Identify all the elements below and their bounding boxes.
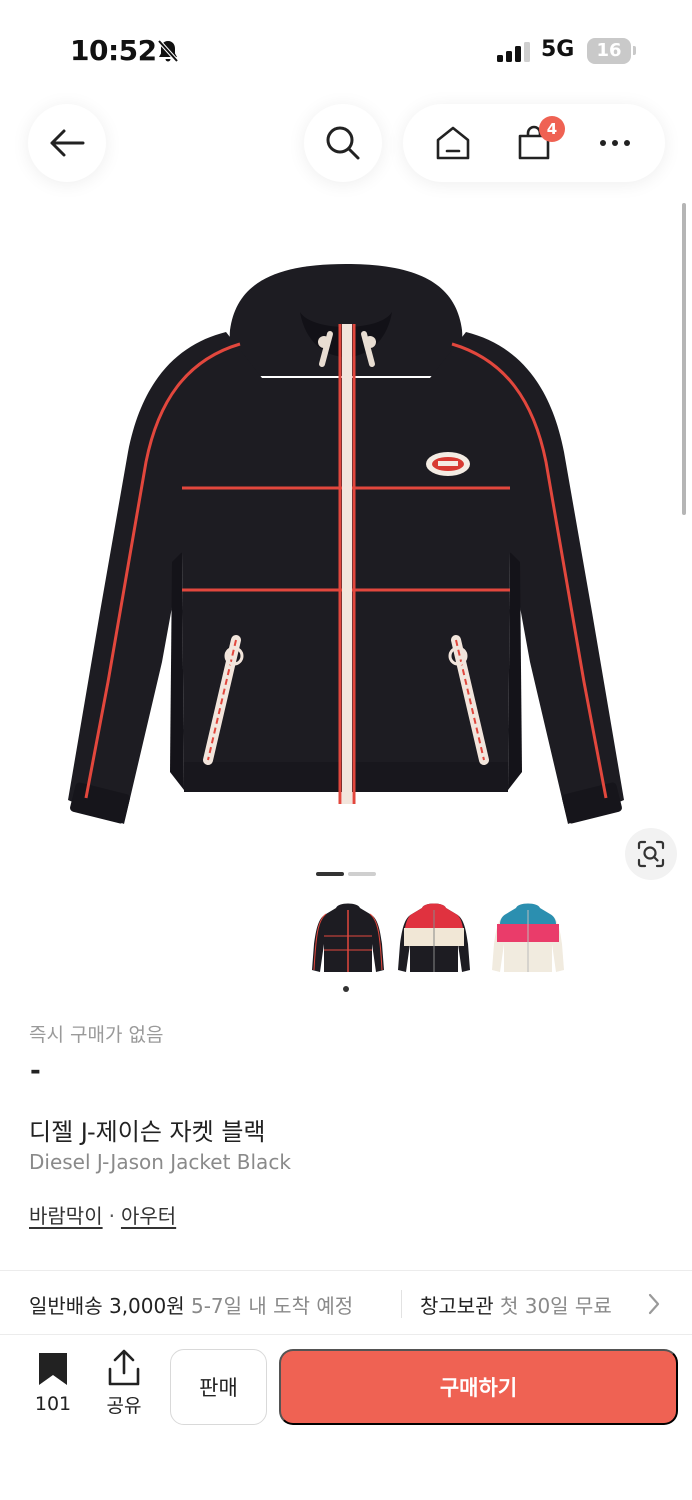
cart-count-badge: 4 <box>538 116 565 142</box>
storage-offer: 첫 30일 무료 <box>499 1294 612 1318</box>
shipping-separator <box>401 1290 402 1318</box>
divider <box>0 1270 692 1271</box>
image-search-button[interactable] <box>625 828 677 880</box>
shipping-eta: 5-7일 내 도착 예정 <box>190 1294 354 1318</box>
back-arrow-icon <box>50 129 85 157</box>
product-name-korean: 디젤 J-제이슨 자켓 블랙 <box>29 1118 266 1146</box>
wish-button[interactable]: 101 <box>22 1351 84 1415</box>
category-link-outer[interactable]: 아우터 <box>121 1204 176 1228</box>
clock: 10:52 <box>70 34 157 67</box>
status-bar: 10:52 5G 16 <box>0 0 692 100</box>
gallery-page-indicator <box>348 872 376 876</box>
lens-search-icon <box>637 840 665 868</box>
battery-tip <box>633 46 636 55</box>
bookmark-icon <box>39 1353 67 1385</box>
share-button[interactable]: 공유 <box>96 1349 152 1418</box>
cellular-signal-icon <box>497 42 530 62</box>
warehouse-storage: 창고보관 첫 30일 무료 <box>420 1290 612 1319</box>
more-button[interactable] <box>590 118 640 168</box>
buy-button[interactable]: 구매하기 <box>279 1349 678 1425</box>
product-name-english: Diesel J-Jason Jacket Black <box>29 1150 291 1174</box>
cart-button[interactable]: 4 <box>509 116 565 168</box>
back-button[interactable] <box>28 104 106 182</box>
search-button[interactable] <box>304 104 382 182</box>
category-link-windbreaker[interactable]: 바람막이 <box>29 1204 103 1228</box>
shipping-info-row[interactable]: 일반배송 3,000원 5-7일 내 도착 예정 창고보관 첫 30일 무료 <box>0 1272 692 1334</box>
standard-shipping: 일반배송 3,000원 5-7일 내 도착 예정 <box>29 1290 353 1319</box>
shipping-type: 일반배송 <box>29 1294 103 1318</box>
wish-count: 101 <box>34 1393 72 1415</box>
bottom-action-bar: 101 공유 판매 구매하기 <box>0 1335 692 1500</box>
chevron-right-icon <box>648 1293 660 1315</box>
home-icon <box>437 126 470 160</box>
share-label: 공유 <box>106 1395 142 1417</box>
network-type: 5G <box>541 37 575 62</box>
bell-slash-icon <box>157 39 179 63</box>
thumbnail-teal-pink-cream[interactable] <box>488 900 568 980</box>
category-breadcrumb: 바람막이 · 아우터 <box>29 1200 176 1229</box>
search-icon <box>326 126 360 160</box>
battery-level: 16 <box>587 38 631 64</box>
header-actions: 4 <box>403 104 665 182</box>
sell-button[interactable]: 판매 <box>170 1349 267 1425</box>
thumbnail-red-cream-black[interactable] <box>394 900 474 980</box>
scrollbar[interactable] <box>682 203 686 515</box>
share-icon <box>108 1349 140 1386</box>
shipping-price: 3,000원 <box>108 1294 185 1318</box>
more-icon <box>599 140 630 146</box>
category-separator: · <box>108 1204 115 1228</box>
instant-purchase-label: 즉시 구매가 없음 <box>29 1024 164 1046</box>
gallery-page-indicator-active <box>316 872 344 876</box>
thumbnail-selected-indicator <box>343 986 349 992</box>
price: - <box>30 1056 41 1086</box>
home-button[interactable] <box>428 118 478 168</box>
product-image[interactable] <box>60 252 632 832</box>
storage-label: 창고보관 <box>420 1294 494 1318</box>
thumbnail-black-red[interactable] <box>308 900 388 980</box>
